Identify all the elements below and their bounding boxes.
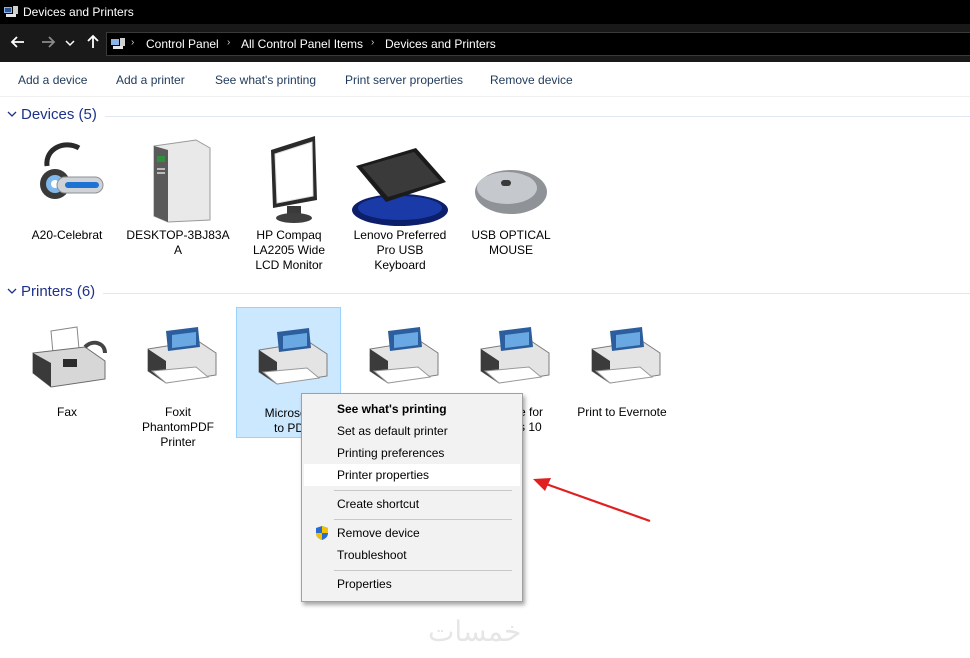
watermark: خمسات: [428, 615, 522, 648]
red-arrow-icon: [533, 478, 651, 523]
